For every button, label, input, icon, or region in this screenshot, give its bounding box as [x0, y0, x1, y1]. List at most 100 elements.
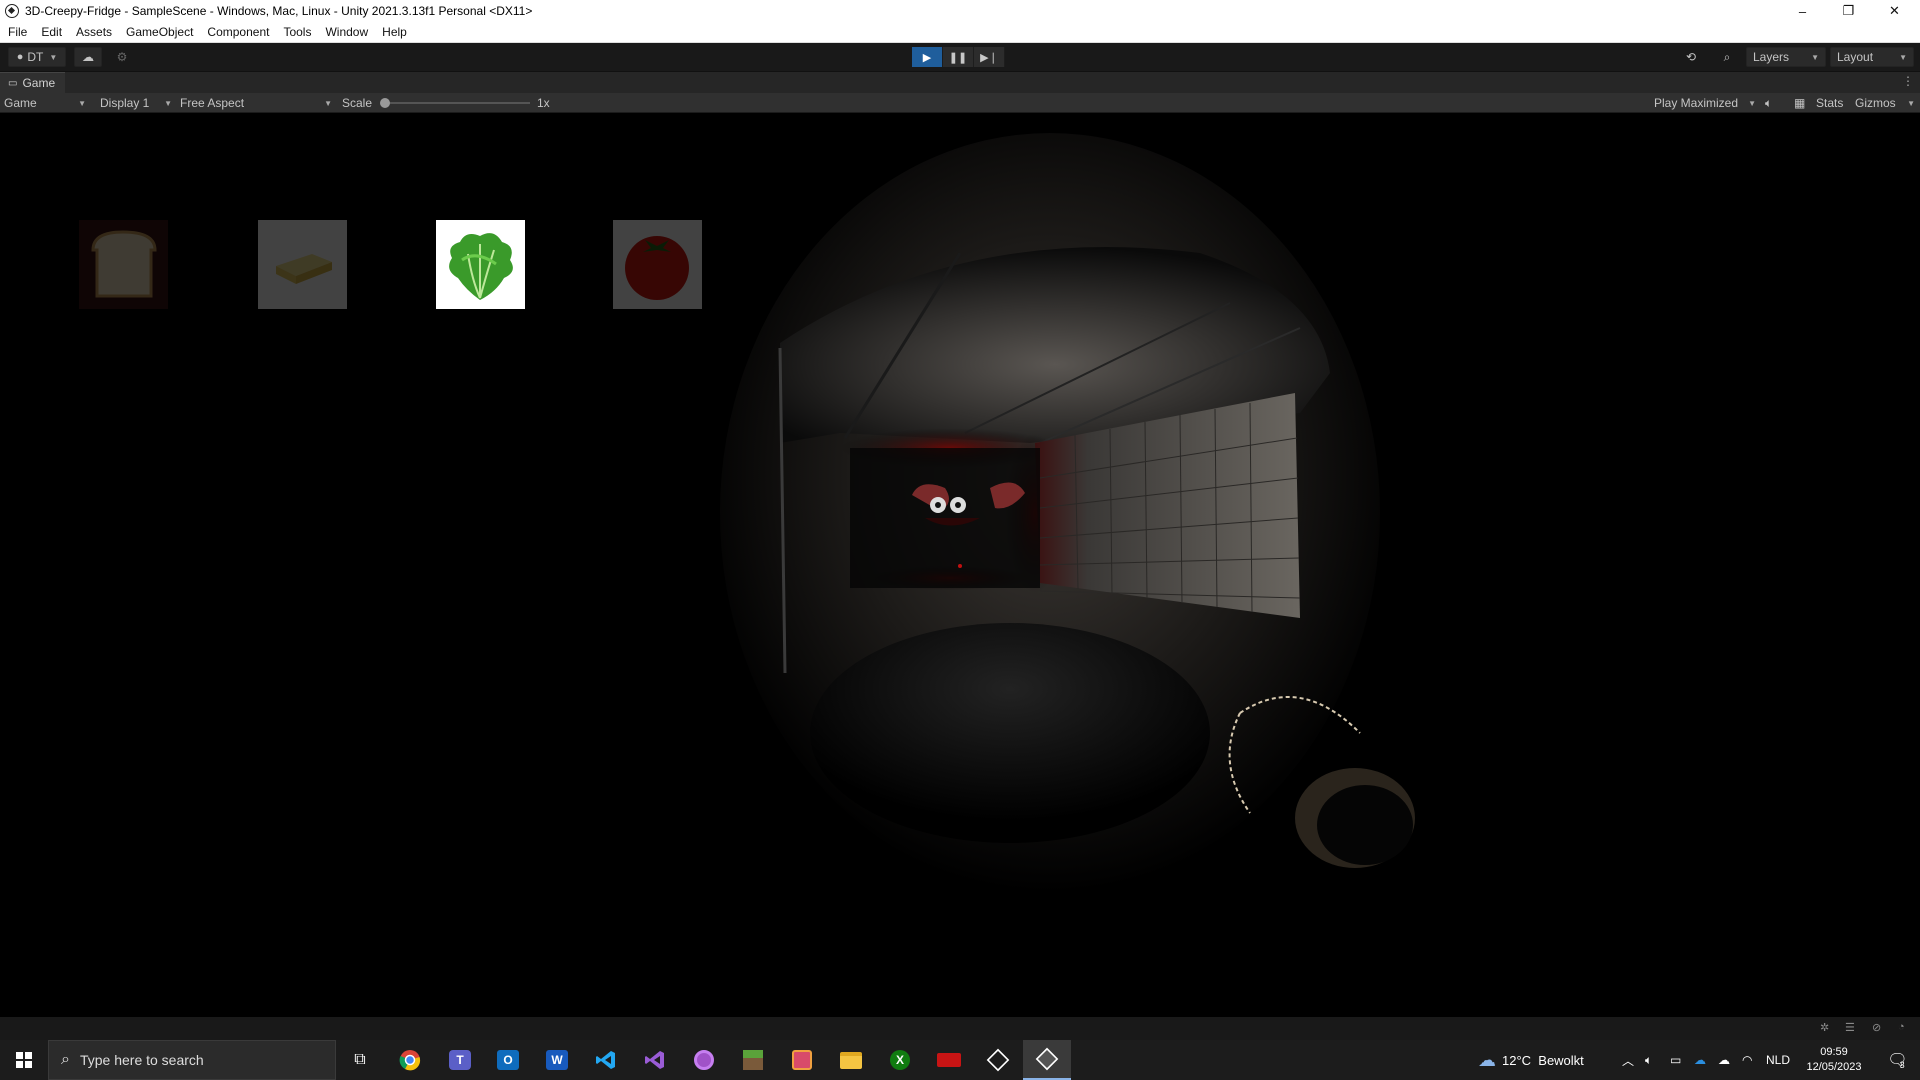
unity-app-icon	[5, 4, 19, 18]
outlook-icon[interactable]: O	[484, 1040, 532, 1080]
weather-text: 12°C Bewolkt	[1502, 1052, 1584, 1068]
chevron-up-icon: ︿	[1622, 1053, 1635, 1068]
gizmos-label: Gizmos	[1855, 96, 1896, 110]
menu-help[interactable]: Help	[382, 25, 407, 39]
chrome-icon[interactable]	[386, 1040, 434, 1080]
scale-label: Scale	[342, 96, 373, 110]
scale-value: 1x	[537, 96, 550, 110]
main-toolbar: ● DT ▼ ☁ ⚙ ▶ ❚❚ ▶❘ ⟲ ⌕ Layers ▼ Layout ▼	[0, 43, 1920, 72]
xbox-icon[interactable]: X	[876, 1040, 924, 1080]
game-mode-dropdown[interactable]: Game ▼	[4, 93, 86, 113]
pause-button[interactable]: ❚❚	[943, 47, 974, 67]
teams-icon[interactable]: T	[436, 1040, 484, 1080]
window-title-bar: 3D-Creepy-Fridge - SampleScene - Windows…	[0, 0, 1920, 22]
scale-slider-track[interactable]	[385, 102, 530, 104]
github-desktop-icon[interactable]	[680, 1040, 728, 1080]
menu-assets[interactable]: Assets	[76, 25, 112, 39]
minimize-button[interactable]: –	[1780, 0, 1825, 22]
app-icon[interactable]	[778, 1040, 826, 1080]
stats-button[interactable]: Stats	[1816, 93, 1843, 113]
progress-icon[interactable]: ☰	[1845, 1021, 1855, 1034]
tab-game[interactable]: ▭ Game	[0, 72, 66, 93]
console-icon[interactable]: ✲	[1820, 1021, 1829, 1034]
search-icon: ⌕	[61, 1051, 70, 1068]
weather-widget[interactable]: ☁ 12°C Bewolkt	[1478, 1040, 1584, 1080]
gamepad-icon: ▭	[8, 77, 18, 89]
clock-date: 12/05/2023	[1806, 1061, 1862, 1073]
task-view-icon[interactable]: ⧉	[336, 1040, 384, 1080]
frame-debug-button[interactable]: ▦	[1794, 93, 1805, 113]
chevron-down-icon: ▼	[1907, 98, 1915, 108]
chevron-down-icon: ▼	[78, 98, 86, 108]
clock[interactable]: 09:59 12/05/2023	[1802, 1040, 1866, 1080]
menu-tools[interactable]: Tools	[283, 25, 311, 39]
show-hidden-icons-button[interactable]: ︿	[1622, 1040, 1634, 1080]
window-title: 3D-Creepy-Fridge - SampleScene - Windows…	[25, 4, 533, 18]
menu-window[interactable]: Window	[325, 25, 368, 39]
account-dropdown[interactable]: ● DT ▼	[8, 47, 66, 67]
more-options-icon[interactable]: ⋮	[1902, 74, 1914, 88]
gizmos-dropdown[interactable]: Gizmos ▼	[1855, 93, 1915, 113]
cloud-icon: ☁	[82, 50, 94, 64]
chevron-down-icon: ▼	[1811, 52, 1819, 62]
inventory-slot-lettuce	[436, 220, 525, 309]
language-indicator[interactable]: NLD	[1766, 1040, 1790, 1080]
menu-bar: File Edit Assets GameObject Component To…	[0, 22, 1920, 43]
status-check-icon[interactable]: ◔	[1898, 1021, 1905, 1033]
search-placeholder: Type here to search	[79, 1052, 204, 1068]
taskbar-search-box[interactable]: ⌕ Type here to search	[48, 1040, 336, 1080]
word-icon[interactable]: W	[533, 1040, 581, 1080]
restore-button[interactable]: ❐	[1826, 0, 1871, 22]
menu-component[interactable]: Component	[207, 25, 269, 39]
chevron-down-icon: ▼	[324, 98, 332, 108]
mute-audio-button[interactable]: 🔈︎	[1765, 93, 1772, 113]
display-label: Display 1	[100, 96, 150, 110]
playback-controls: ▶ ❚❚ ▶❘	[912, 47, 1005, 67]
minecraft-icon[interactable]	[729, 1040, 777, 1080]
speaker-icon: 🔈︎	[1765, 95, 1773, 110]
unity-editor-icon[interactable]	[1023, 1040, 1071, 1080]
display-dropdown[interactable]: Display 1 ▼	[100, 93, 172, 113]
unity-hub-icon[interactable]	[974, 1040, 1022, 1080]
game-viewport[interactable]	[0, 113, 1920, 1017]
fridge-floor	[810, 623, 1210, 843]
butter-icon	[258, 220, 347, 309]
collab-button[interactable]: ⚙	[108, 47, 136, 67]
play-mode-dropdown[interactable]: Play Maximized ▼	[1654, 93, 1756, 113]
start-button[interactable]	[0, 1040, 48, 1080]
chevron-down-icon: ▼	[164, 98, 172, 108]
cloud-button[interactable]: ☁	[74, 47, 102, 67]
grid-icon: ▦	[1794, 96, 1806, 110]
layout-dropdown[interactable]: Layout ▼	[1830, 47, 1914, 67]
debug-icon[interactable]: ⊘	[1872, 1021, 1881, 1034]
windows-logo-icon	[16, 1052, 32, 1068]
play-button[interactable]: ▶	[912, 47, 943, 67]
pause-icon: ❚❚	[948, 51, 968, 64]
notification-center-button[interactable]: 🗨︎ 3	[1878, 1040, 1914, 1080]
vscode-icon[interactable]	[582, 1040, 630, 1080]
menu-gameobject[interactable]: GameObject	[126, 25, 193, 39]
game-tab-bar: ▭ Game ⋮	[0, 72, 1920, 93]
notification-count: 3	[1899, 1060, 1905, 1070]
battery-icon[interactable]: ▭	[1670, 1040, 1681, 1080]
file-explorer-icon[interactable]	[827, 1040, 875, 1080]
onedrive-icon[interactable]: ☁	[1694, 1040, 1706, 1080]
scale-slider-handle[interactable]	[380, 98, 390, 108]
clock-time: 09:59	[1820, 1046, 1848, 1058]
close-button[interactable]: ✕	[1872, 0, 1917, 22]
aspect-dropdown[interactable]: Free Aspect ▼	[180, 93, 332, 113]
visual-studio-icon[interactable]	[631, 1040, 679, 1080]
menu-file[interactable]: File	[8, 25, 27, 39]
inventory-slot-tomato	[613, 220, 702, 309]
layers-dropdown[interactable]: Layers ▼	[1746, 47, 1826, 67]
layout-label: Layout	[1837, 50, 1874, 64]
onedrive-personal-icon[interactable]: ☁	[1718, 1040, 1730, 1080]
search-button[interactable]: ⌕	[1712, 47, 1742, 67]
red-app-icon[interactable]	[925, 1040, 973, 1080]
wifi-icon[interactable]: ◠	[1742, 1040, 1752, 1080]
cloud-icon: ☁	[1478, 1049, 1496, 1070]
undo-history-button[interactable]: ⟲	[1676, 47, 1706, 67]
menu-edit[interactable]: Edit	[41, 25, 62, 39]
step-button[interactable]: ▶❘	[974, 47, 1005, 67]
volume-icon[interactable]: 🔈︎	[1645, 1040, 1652, 1080]
